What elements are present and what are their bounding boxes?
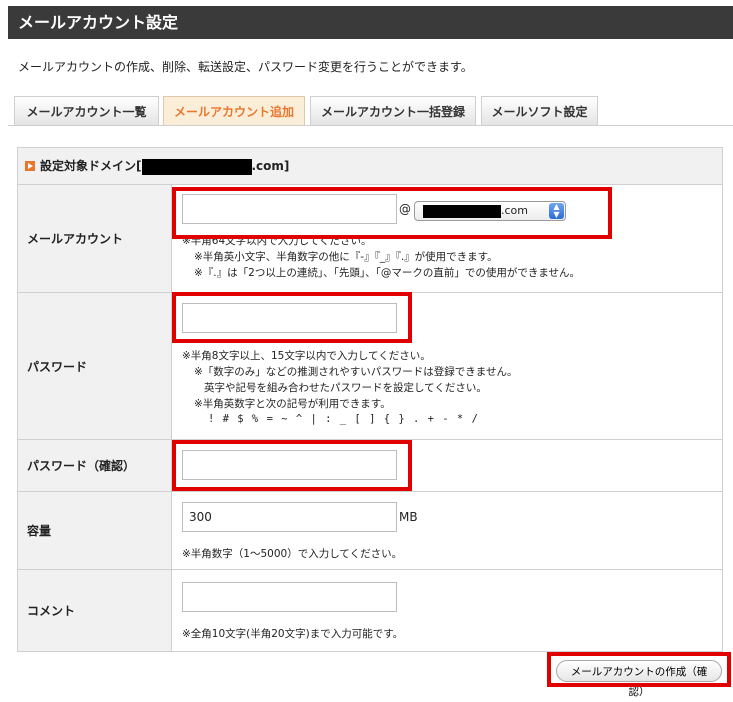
account-note-3: ※『.』は「2つ以上の連続」、「先頭」、「@マークの直前」での使用ができません。	[194, 267, 580, 279]
account-form-panel: 設定対象ドメイン[ .com] メールアカウント @ .com ▲ ▼ ※半角64文…	[17, 147, 723, 652]
arrow-bullet-icon	[25, 161, 35, 171]
password-note-1: ※半角8文字以上、15文字以内で入力してください。	[182, 350, 431, 362]
redacted-domain	[141, 158, 252, 175]
password-confirm-label: パスワード（確認）	[18, 440, 172, 491]
capacity-input[interactable]	[182, 502, 397, 532]
password-note-3: 英字や記号を組み合わせたパスワードを設定してください。	[204, 382, 487, 394]
tab-mail-account-list[interactable]: メールアカウント一覧	[14, 96, 159, 126]
comment-label: コメント	[18, 570, 172, 651]
mail-account-row: メールアカウント @ .com ▲ ▼ ※半角64文字以内で入力してください。 ※…	[18, 185, 722, 293]
page-description: メールアカウントの作成、削除、転送設定、パスワード変更を行うことができます。	[18, 60, 473, 74]
tab-mail-account-bulk-register[interactable]: メールアカウント一括登録	[310, 96, 476, 126]
target-domain-label: 設定対象ドメイン[ .com]	[40, 148, 289, 184]
mail-account-label: メールアカウント	[18, 185, 172, 292]
tab-mail-account-add[interactable]: メールアカウント追加	[163, 96, 305, 126]
capacity-note: ※半角数字（1〜5000）で入力してください。	[182, 548, 403, 560]
tab-divider	[8, 125, 733, 126]
domain-select[interactable]: .com ▲ ▼	[414, 201, 566, 221]
target-domain-header: 設定対象ドメイン[ .com]	[18, 148, 722, 185]
password-note-4: ※半角英数字と次の記号が利用できます。	[194, 398, 391, 410]
password-input[interactable]	[182, 303, 397, 333]
capacity-row: 容量 MB ※半角数字（1〜5000）で入力してください。	[18, 492, 722, 570]
capacity-label: 容量	[18, 492, 172, 569]
page-title: メールアカウント設定	[8, 6, 733, 39]
comment-row: コメント ※全角10文字(半角20文字)まで入力可能です。	[18, 570, 722, 651]
redacted-domain-option	[423, 205, 501, 218]
domain-prefix: 設定対象ドメイン[	[40, 159, 142, 173]
at-sign: @	[399, 202, 411, 216]
account-note-2: ※半角英小文字、半角数字の他に『-』『_』『.』が使用できます。	[194, 251, 498, 263]
password-confirm-row: パスワード（確認）	[18, 440, 722, 492]
domain-select-suffix: .com	[501, 204, 528, 217]
password-confirm-input[interactable]	[182, 450, 397, 480]
password-note-2: ※「数字のみ」などの推測されやすいパスワードは登録できません。	[194, 366, 518, 378]
comment-input[interactable]	[182, 582, 397, 612]
mail-account-input[interactable]	[182, 194, 397, 224]
password-label: パスワード	[18, 293, 172, 439]
comment-note: ※全角10文字(半角20文字)まで入力可能です。	[182, 628, 404, 640]
tab-mail-software-settings[interactable]: メールソフト設定	[481, 96, 598, 126]
password-row: パスワード ※半角8文字以上、15文字以内で入力してください。 ※「数字のみ」な…	[18, 293, 722, 440]
password-allowed-symbols: ! # $ % = ~ ^ | : _ [ ] { } . + - * /	[208, 413, 479, 425]
chevron-updown-icon: ▲ ▼	[549, 203, 564, 219]
capacity-unit: MB	[399, 510, 418, 524]
account-note-1: ※半角64文字以内で入力してください。	[182, 235, 372, 247]
create-account-confirm-button[interactable]: メールアカウントの作成（確認）	[556, 660, 722, 698]
domain-suffix: .com]	[251, 159, 290, 173]
